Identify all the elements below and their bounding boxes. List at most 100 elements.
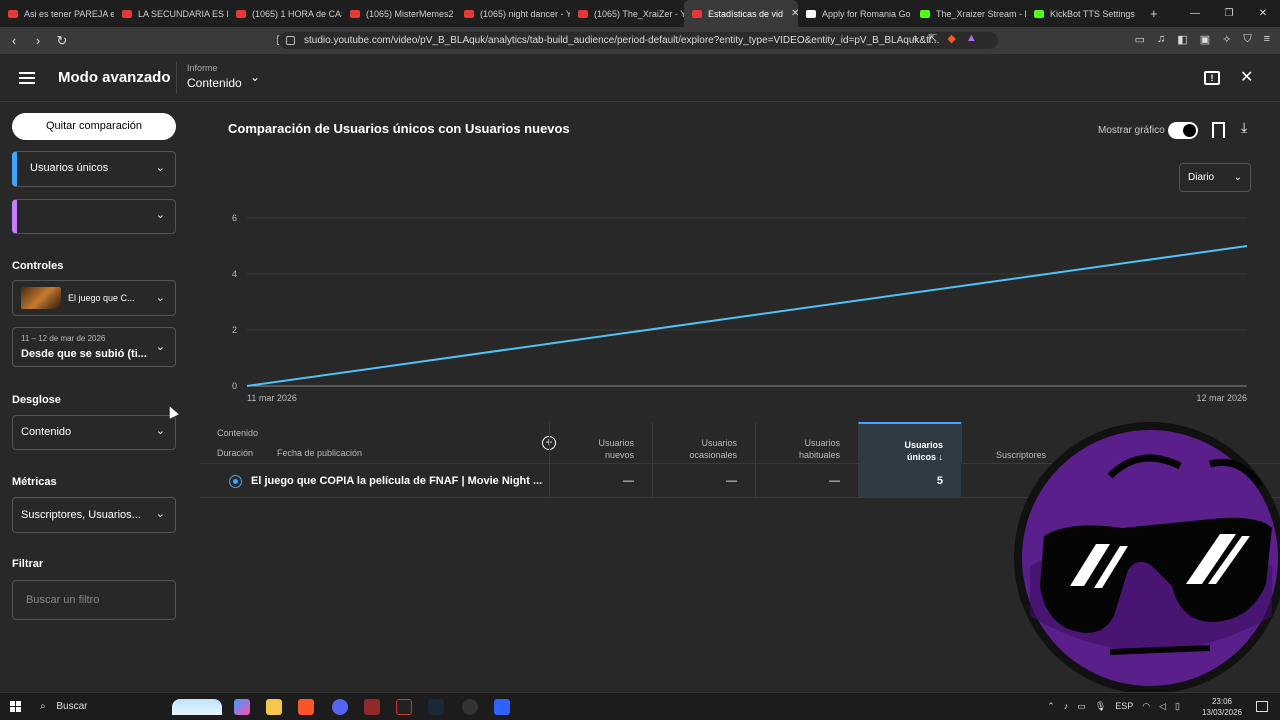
steam-icon[interactable] xyxy=(428,699,444,715)
browser-tab[interactable]: (1065) The_XraiZer - Yo xyxy=(570,0,684,27)
copilot-icon[interactable] xyxy=(234,699,250,715)
metric-select-2[interactable]: ⌄ xyxy=(12,199,176,234)
menu-icon[interactable]: ≡ xyxy=(1264,33,1270,46)
tab-favicon-icon xyxy=(1034,9,1044,18)
metric-color-accent xyxy=(12,152,17,186)
y-tick-label: 4 xyxy=(232,269,237,279)
taskbar-search[interactable]: ⌕ Buscar xyxy=(40,701,88,712)
obs-icon[interactable] xyxy=(462,699,478,715)
tab-favicon-icon xyxy=(464,9,474,18)
download-icon[interactable]: ⤓ xyxy=(1241,119,1247,136)
column-header[interactable]: Usuarios nuevos xyxy=(549,422,652,464)
microphone-icon[interactable]: 🎙 xyxy=(1095,701,1106,712)
roblox-icon[interactable] xyxy=(494,699,510,715)
remove-comparison-button[interactable]: Quitar comparación xyxy=(12,113,176,140)
reload-icon[interactable]: ↻ xyxy=(52,33,72,49)
media-icon[interactable]: ♫ xyxy=(1157,33,1165,46)
breakdown-heading: Desglose xyxy=(12,394,61,406)
share-icon[interactable]: ⇱ xyxy=(928,32,937,45)
row-radio[interactable] xyxy=(229,475,242,488)
minimize-icon[interactable]: — xyxy=(1178,8,1212,19)
column-header-line1: Usuarios xyxy=(804,438,840,448)
clock[interactable]: 23:06 13/03/2026 xyxy=(1202,696,1242,718)
period-select[interactable]: Diario ⌄ xyxy=(1179,163,1251,192)
url-field[interactable]: studio.youtube.com/video/pV_B_BLAquk/ana… xyxy=(278,32,998,49)
browser-tab[interactable]: Asi es tener PAREJA en xyxy=(0,0,114,27)
show-graph-label: Mostrar gráfico xyxy=(1098,125,1165,136)
audio-device-icon[interactable]: ♪ xyxy=(1064,701,1069,712)
wifi-icon[interactable]: ◠ xyxy=(1142,701,1150,712)
close-window-icon[interactable]: ✕ xyxy=(1246,8,1280,19)
browser-tab[interactable]: (1065) night dancer - Y xyxy=(456,0,570,27)
browser-tab[interactable]: LA SECUNDARIA ES ES xyxy=(114,0,228,27)
column-header-line1: Usuarios xyxy=(701,438,737,448)
date-range-label: 11 – 12 de mar de 2026 xyxy=(21,334,106,343)
battery-icon[interactable]: ▯ xyxy=(1175,701,1180,712)
swan-widget-icon[interactable] xyxy=(172,699,222,715)
chevron-up-icon[interactable]: ⌃ xyxy=(1047,701,1055,712)
filter-search-input[interactable]: Buscar un filtro xyxy=(12,580,176,620)
show-graph-toggle[interactable] xyxy=(1168,122,1198,139)
notifications-icon[interactable] xyxy=(1256,701,1268,712)
column-header-duration[interactable]: Duración xyxy=(217,448,253,458)
page-title: Modo avanzado xyxy=(58,69,171,86)
column-header-line2: ocasionales xyxy=(689,450,737,460)
vpn-icon[interactable]: ⛉ xyxy=(1243,33,1251,46)
brave-browser-icon[interactable] xyxy=(298,699,314,715)
browser-tab[interactable]: KickBot TTS Settings xyxy=(1026,0,1140,27)
discord-icon[interactable] xyxy=(332,699,348,715)
video-title[interactable]: El juego que COPIA la película de FNAF |… xyxy=(251,475,542,487)
controls-heading: Controles xyxy=(12,260,64,272)
address-bar-row: ‹ › ↻ ☐ studio.youtube.com/video/pV_B_BL… xyxy=(0,27,1280,54)
forward-icon[interactable]: › xyxy=(28,33,48,48)
metric-select-1[interactable]: Usuarios únicos ⌄ xyxy=(12,151,176,187)
volume-icon[interactable]: ◁ xyxy=(1159,701,1166,712)
video-select[interactable]: El juego que C... ⌄ xyxy=(12,280,176,316)
column-header[interactable]: Usuarios habituales xyxy=(755,422,858,464)
chart-title: Comparación de Usuarios únicos con Usuar… xyxy=(228,121,570,136)
browser-tab[interactable]: (1065) MisterMemes2 xyxy=(342,0,456,27)
leo-icon[interactable]: ✧ xyxy=(1222,33,1231,46)
metrics-select[interactable]: Suscriptores, Usuarios... ⌄ xyxy=(12,497,176,533)
browser-tab[interactable]: Estadísticas de vid ✕ xyxy=(684,0,798,27)
feedback-icon[interactable]: ! xyxy=(1204,71,1220,85)
windows-start-icon[interactable] xyxy=(10,701,22,713)
site-info-icon[interactable] xyxy=(286,36,295,45)
filter-heading: Filtrar xyxy=(12,558,44,570)
restore-icon[interactable]: ❐ xyxy=(1212,8,1246,19)
tab-favicon-icon xyxy=(578,9,588,18)
new-tab-button[interactable]: + xyxy=(1150,6,1158,21)
language-indicator[interactable]: ESP xyxy=(1115,701,1133,712)
column-header[interactable]: Usuarios ocasionales xyxy=(652,422,755,464)
hamburger-icon[interactable] xyxy=(19,72,35,84)
back-icon[interactable]: ‹ xyxy=(4,33,24,48)
wallet-icon[interactable]: ▣ xyxy=(1200,33,1210,46)
date-range-select[interactable]: 11 – 12 de mar de 2026 Desde que se subi… xyxy=(12,327,176,367)
series-line[interactable] xyxy=(246,245,1248,387)
bookmark-icon[interactable] xyxy=(1212,122,1225,138)
browser-tab[interactable]: The_Xraizer Stream - K xyxy=(912,0,1026,27)
file-explorer-icon[interactable] xyxy=(266,699,282,715)
chevron-down-icon[interactable]: ⌄ xyxy=(250,70,260,84)
report-select[interactable]: Contenido xyxy=(187,76,242,90)
reading-icon[interactable]: ◧ xyxy=(1177,33,1187,46)
sidebar-panel-icon[interactable]: ▭ xyxy=(1135,33,1145,46)
column-header-content[interactable]: Contenido xyxy=(217,428,258,438)
column-header-published[interactable]: Fecha de publicación xyxy=(277,448,362,458)
brave-shield-icon[interactable]: ◆ xyxy=(947,32,955,45)
network-icon[interactable]: ▭ xyxy=(1077,701,1086,712)
close-icon[interactable]: ✕ xyxy=(1240,67,1253,87)
close-tab-icon[interactable]: ✕ xyxy=(791,8,798,19)
browser-tab[interactable]: (1065) 1 HORA de CAS xyxy=(228,0,342,27)
chevron-down-icon: ⌄ xyxy=(155,425,165,437)
column-header-line1: Usuarios xyxy=(598,438,634,448)
column-header[interactable]: Usuarios únicos ↓ xyxy=(858,422,961,464)
breakdown-select[interactable]: Contenido ⌄ xyxy=(12,415,176,450)
column-header-line2: nuevos xyxy=(604,450,634,460)
tab-label: KickBot TTS Settings xyxy=(1050,8,1135,19)
app-icon[interactable] xyxy=(364,699,380,715)
zoom-icon[interactable]: ⌕ xyxy=(912,32,918,45)
browser-tab[interactable]: Apply for Romania Go xyxy=(798,0,912,27)
valorant-icon[interactable] xyxy=(396,699,412,715)
brave-rewards-icon[interactable]: ▲ xyxy=(966,32,977,45)
